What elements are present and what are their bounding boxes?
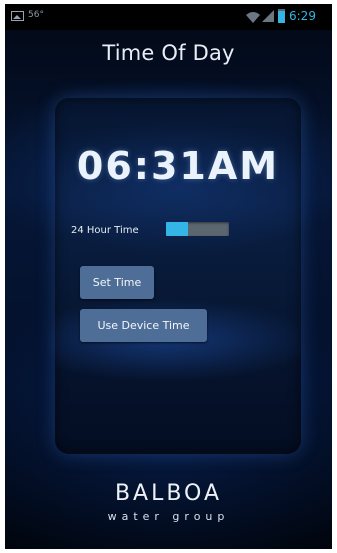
clock-display: 06:31AM (76, 144, 280, 188)
status-temperature: 56° (28, 10, 44, 20)
battery-icon (278, 9, 285, 23)
status-bar: 56° 6:29 (5, 4, 332, 30)
24-hour-toggle[interactable] (166, 222, 229, 236)
set-time-button[interactable]: Set Time (80, 266, 154, 299)
time-panel: 06:31AM 24 Hour Time Set Time Use Device… (55, 98, 301, 454)
page-title: Time Of Day (102, 41, 235, 65)
toggle-thumb (166, 222, 189, 236)
app-screen: 56° 6:29 Time Of Day 06:31AM 24 Hour Tim… (5, 4, 332, 549)
status-time: 6:29 (289, 9, 316, 23)
logo-brand: BALBOA (114, 481, 223, 506)
24-hour-label: 24 Hour Time (71, 225, 139, 236)
use-device-time-button[interactable]: Use Device Time (80, 309, 207, 342)
image-icon (11, 11, 24, 21)
logo-tagline: water group (107, 510, 230, 523)
balboa-logo: BALBOA water group (5, 481, 332, 524)
signal-icon (262, 10, 274, 22)
wifi-icon (246, 12, 260, 23)
